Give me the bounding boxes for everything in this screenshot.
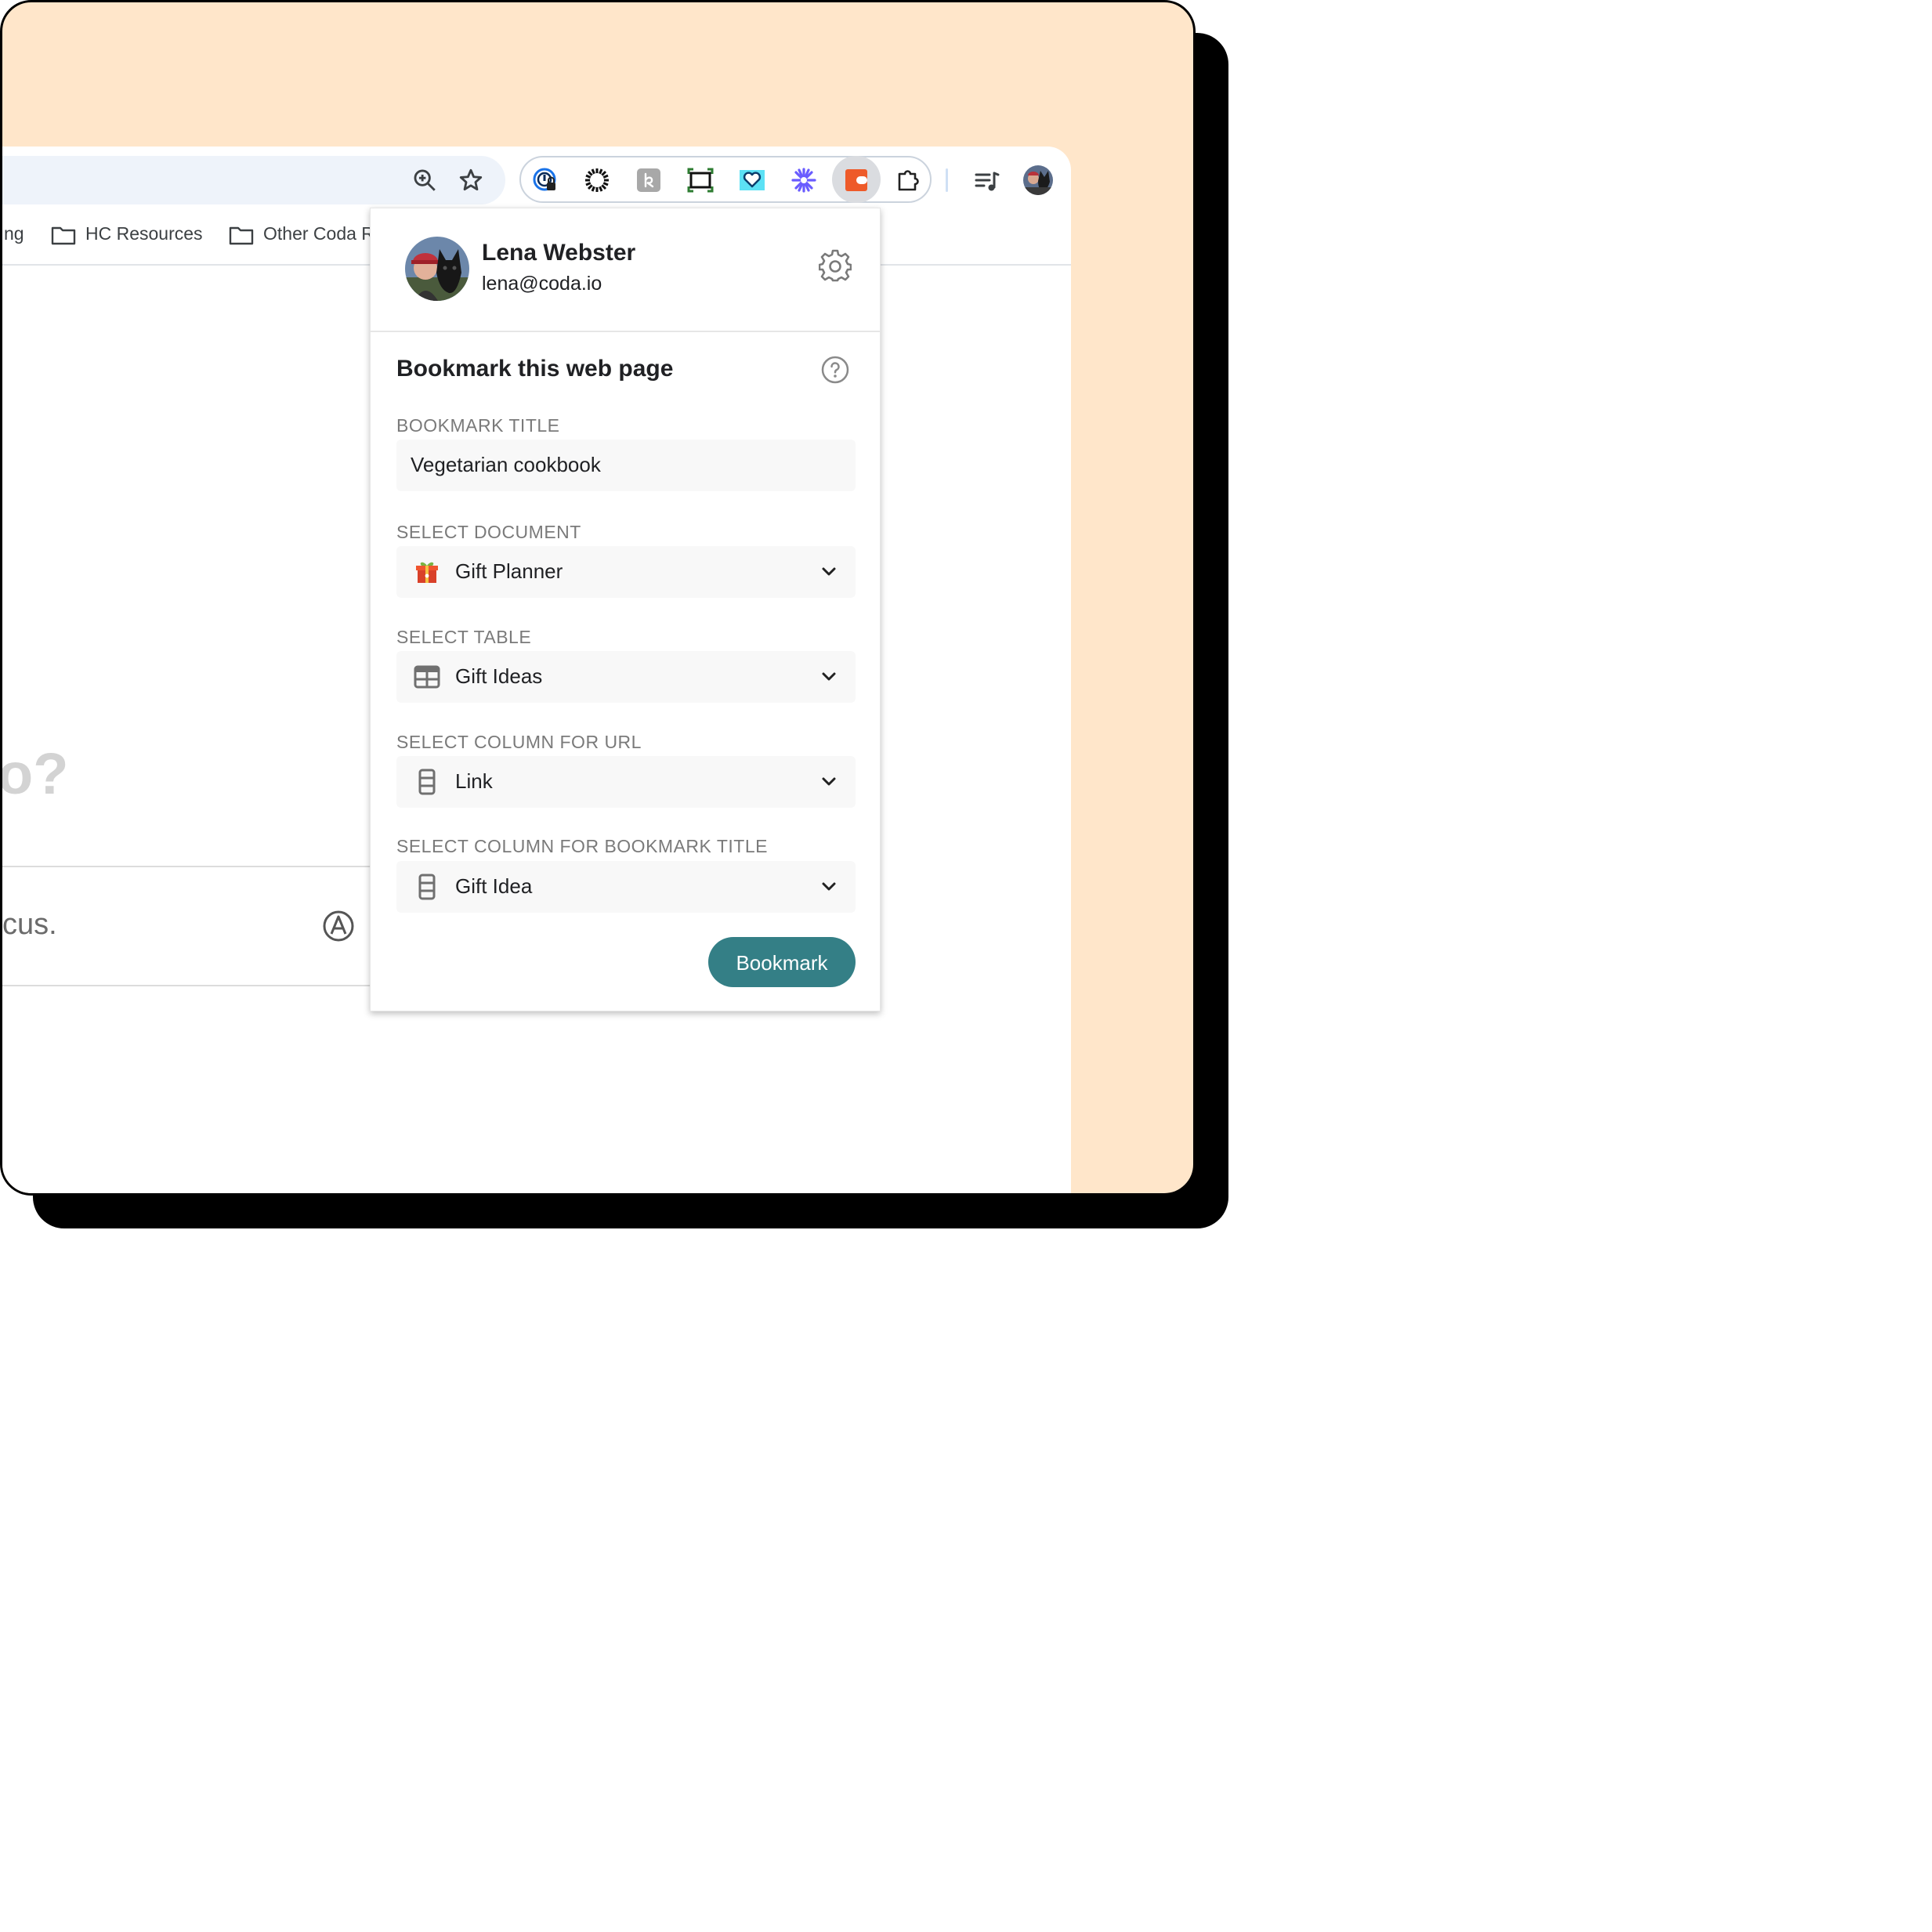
column-icon (418, 874, 436, 900)
select-table-dropdown[interactable]: Gift Ideas (396, 651, 856, 703)
address-bar[interactable] (2, 156, 505, 204)
select-url-column-dropdown[interactable]: Link (396, 756, 856, 808)
select-document-label: SELECT DOCUMENT (396, 522, 581, 542)
extensions-toolbar (519, 156, 932, 203)
user-avatar (405, 237, 469, 301)
bookmark-button[interactable]: Bookmark (708, 937, 856, 987)
media-icon[interactable] (974, 168, 1000, 195)
select-title-column-value: Gift Idea (455, 874, 533, 898)
coda-extension-icon[interactable] (843, 167, 870, 194)
select-table-value: Gift Ideas (455, 664, 543, 688)
gear-icon[interactable] (819, 249, 852, 282)
asterisk-extension-icon[interactable] (791, 167, 817, 194)
bookmark-title-value: Vegetarian cookbook (411, 453, 601, 476)
heart-extension-icon[interactable] (739, 167, 765, 194)
chevron-down-icon (822, 567, 836, 576)
star-icon[interactable] (458, 167, 484, 194)
select-document-dropdown[interactable]: Gift Planner (396, 546, 856, 598)
bookmark-title-label: BOOKMARK TITLE (396, 415, 560, 436)
column-icon (418, 769, 436, 795)
chevron-down-icon (822, 882, 836, 891)
bookmark-item[interactable]: ng (4, 223, 24, 244)
select-document-value: Gift Planner (455, 559, 563, 583)
bookmark-title-input[interactable]: Vegetarian cookbook (396, 440, 856, 491)
select-url-column-value: Link (455, 769, 493, 793)
screenshot-extension-icon[interactable] (687, 167, 714, 194)
page-input-placeholder: cus. (2, 908, 57, 941)
gift-icon (416, 562, 438, 583)
folder-icon (51, 226, 76, 245)
table-icon (414, 665, 440, 689)
chevron-down-icon (822, 672, 836, 681)
toolbar-divider (946, 168, 948, 192)
zoom-icon[interactable] (411, 167, 438, 194)
coda-bookmark-popup: Lena Webster lena@coda.io Bookmark this … (370, 208, 881, 1011)
password-manager-icon[interactable] (532, 167, 559, 194)
profile-header: Lena Webster lena@coda.io (371, 208, 880, 332)
select-title-column-dropdown[interactable]: Gift Idea (396, 861, 856, 913)
screenshot-frame: ng HC Resources Other Coda R o? cus. Len… (0, 0, 1196, 1196)
sun-extension-icon[interactable] (584, 167, 610, 194)
user-name: Lena Webster (482, 240, 636, 266)
help-icon[interactable] (821, 356, 849, 384)
grammar-assistant-icon[interactable] (322, 910, 355, 942)
bookmark-folder-hc-resources[interactable]: HC Resources (51, 223, 203, 245)
chevron-down-icon (822, 777, 836, 786)
bookmark-folder-other-coda[interactable]: Other Coda R (229, 223, 370, 245)
honey-extension-icon[interactable] (635, 167, 662, 194)
puzzle-icon[interactable] (895, 167, 922, 194)
select-url-column-label: SELECT COLUMN FOR URL (396, 732, 642, 752)
profile-avatar[interactable] (1023, 165, 1053, 195)
user-email: lena@coda.io (482, 273, 602, 295)
folder-icon (229, 226, 254, 245)
section-title: Bookmark this web page (396, 356, 674, 382)
select-title-column-label: SELECT COLUMN FOR BOOKMARK TITLE (396, 836, 768, 856)
page-heading-fragment: o? (0, 741, 69, 806)
select-table-label: SELECT TABLE (396, 627, 532, 647)
page-input-row: cus. (2, 866, 371, 986)
